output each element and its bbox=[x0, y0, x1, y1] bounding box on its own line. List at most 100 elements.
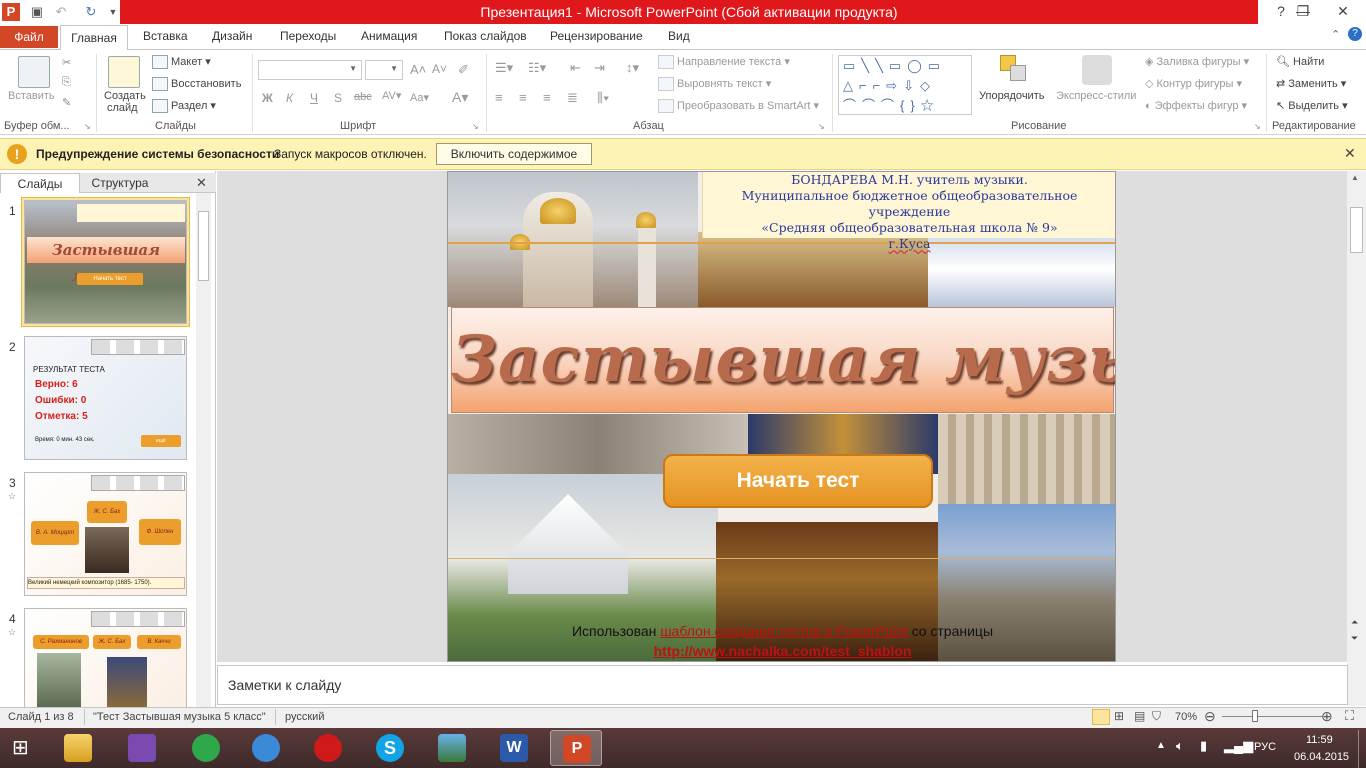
align-right-icon[interactable]: ≡ bbox=[543, 90, 551, 105]
start-test-button[interactable]: Начать тест bbox=[663, 454, 933, 508]
panel-scroll-thumb[interactable] bbox=[198, 211, 209, 281]
language-indicator[interactable]: русский bbox=[285, 711, 324, 723]
tab-animation[interactable]: Анимация bbox=[361, 29, 417, 47]
zoom-slider-thumb[interactable] bbox=[1252, 710, 1258, 722]
align-text-button[interactable]: Выровнять текст ▾ bbox=[658, 77, 771, 92]
network-icon[interactable]: ▂▄▆ bbox=[1224, 738, 1253, 754]
tab-review[interactable]: Рецензирование bbox=[550, 29, 643, 47]
align-left-icon[interactable]: ≡ bbox=[495, 90, 503, 105]
clock-date[interactable]: 06.04.2015 bbox=[1294, 751, 1349, 763]
slide-thumbnail-1[interactable]: Застывшая музыка Начать тест bbox=[24, 200, 187, 324]
select-button[interactable]: ↖ Выделить ▾ bbox=[1276, 99, 1348, 112]
paste-icon[interactable] bbox=[18, 56, 50, 88]
font-size-select[interactable]: ▼ bbox=[365, 60, 403, 80]
collapse-ribbon-icon[interactable]: ⌃ bbox=[1331, 28, 1340, 41]
template-link[interactable]: шаблон создания тестов в PowerPoint bbox=[660, 623, 907, 639]
taskbar-powerpoint[interactable]: P bbox=[550, 730, 602, 766]
zoom-level[interactable]: 70% bbox=[1175, 711, 1197, 723]
close-warning-icon[interactable]: ✕ bbox=[1344, 145, 1356, 162]
quick-styles-icon[interactable] bbox=[1082, 55, 1112, 85]
slide-thumbnail-4[interactable]: С. Рахманинов Ж. С. Бах В. Каччи bbox=[24, 608, 187, 707]
tab-slides[interactable]: Слайды bbox=[0, 173, 80, 193]
fit-to-window-icon[interactable]: ⛶ bbox=[1345, 708, 1354, 724]
reset-button[interactable]: Восстановить bbox=[152, 77, 241, 91]
taskbar-opera[interactable] bbox=[302, 730, 354, 766]
battery-icon[interactable]: ▮ bbox=[1200, 738, 1207, 754]
taskbar-word[interactable]: W bbox=[488, 730, 540, 766]
normal-view-icon[interactable] bbox=[1092, 709, 1110, 725]
tab-view[interactable]: Вид bbox=[668, 29, 690, 47]
font-launcher-icon[interactable]: ↘ bbox=[472, 122, 479, 131]
shape-effects-button[interactable]: ◐ Эффекты фигур ▾ bbox=[1145, 99, 1247, 112]
bold-icon[interactable]: Ж bbox=[262, 91, 273, 105]
replace-button[interactable]: ⇄ Заменить ▾ bbox=[1276, 77, 1346, 90]
slide-thumbnail-3[interactable]: Ж. С. Бах В. А. Моцарт Ф. Шопен Великий … bbox=[24, 472, 187, 596]
tab-file[interactable]: Файл bbox=[0, 26, 58, 48]
close-panel-icon[interactable]: ✕ bbox=[196, 175, 207, 191]
next-slide-icon[interactable]: ⏷ bbox=[1351, 633, 1358, 644]
tab-design[interactable]: Дизайн bbox=[212, 29, 252, 47]
format-painter-icon[interactable]: ✎ bbox=[62, 96, 71, 109]
zoom-out-icon[interactable]: ⊖ bbox=[1204, 708, 1216, 725]
strikethrough-icon[interactable]: abc bbox=[354, 91, 372, 103]
columns-icon[interactable]: ⫼▾ bbox=[597, 90, 609, 106]
previous-slide-icon[interactable]: ⏶ bbox=[1351, 617, 1358, 628]
paste-button[interactable]: Вставить bbox=[8, 90, 55, 102]
slide-title[interactable]: Застывшая музыка bbox=[451, 307, 1115, 413]
new-slide-icon[interactable] bbox=[108, 56, 140, 88]
font-family-select[interactable]: ▼ bbox=[258, 60, 362, 80]
numbering-icon[interactable]: ☷▾ bbox=[528, 60, 546, 76]
italic-icon[interactable]: К bbox=[286, 91, 293, 105]
cut-icon[interactable]: ✂ bbox=[62, 56, 71, 69]
align-center-icon[interactable]: ≡ bbox=[519, 90, 527, 105]
close-button[interactable]: ✕ bbox=[1320, 0, 1366, 22]
underline-icon[interactable]: Ч bbox=[310, 91, 318, 105]
enable-content-button[interactable]: Включить содержимое bbox=[436, 143, 592, 165]
help-circle-icon[interactable]: ? bbox=[1348, 27, 1362, 41]
show-desktop-button[interactable] bbox=[1358, 730, 1366, 768]
zoom-slider[interactable] bbox=[1222, 716, 1322, 717]
taskbar-photos[interactable] bbox=[426, 730, 478, 766]
slide-thumbnail-2[interactable]: РЕЗУЛЬТАТ ТЕСТА Верно: 6 Ошибки: 0 Отмет… bbox=[24, 336, 187, 460]
panel-scrollbar[interactable] bbox=[196, 193, 211, 707]
bullets-icon[interactable]: ☰▾ bbox=[495, 60, 513, 76]
change-case-icon[interactable]: Aa▾ bbox=[410, 91, 429, 104]
tab-outline[interactable]: Структура bbox=[80, 173, 160, 193]
taskbar-explorer[interactable] bbox=[52, 730, 104, 766]
copy-icon[interactable]: ⎘ bbox=[62, 76, 71, 89]
shapes-gallery[interactable]: ▭╲╲▭◯▭ △⌐⌐⇨⇩◇ ⌒⌒⌒{}☆ bbox=[838, 55, 972, 115]
tab-insert[interactable]: Вставка bbox=[143, 29, 188, 47]
tab-slideshow[interactable]: Показ слайдов bbox=[444, 29, 527, 47]
section-button[interactable]: Раздел ▾ bbox=[152, 99, 216, 114]
windows-start-icon[interactable]: ⊞ bbox=[12, 737, 38, 761]
tab-home[interactable]: Главная bbox=[60, 25, 128, 51]
theme-name[interactable]: "Тест Застывшая музыка 5 класс" bbox=[93, 711, 266, 723]
shrink-font-icon[interactable]: A˅ bbox=[432, 62, 447, 76]
scroll-up-icon[interactable]: ▲ bbox=[1351, 173, 1359, 182]
main-scroll-thumb[interactable] bbox=[1350, 207, 1363, 253]
drawing-launcher-icon[interactable]: ↘ bbox=[1254, 122, 1261, 131]
undo-icon[interactable]: ↶ bbox=[52, 3, 70, 21]
clock-time[interactable]: 11:59 bbox=[1306, 734, 1333, 746]
taskbar-chat[interactable] bbox=[180, 730, 232, 766]
paragraph-launcher-icon[interactable]: ↘ bbox=[818, 122, 825, 131]
font-color-icon[interactable]: A▾ bbox=[452, 89, 468, 106]
clipboard-launcher-icon[interactable]: ↘ bbox=[84, 122, 91, 131]
char-spacing-icon[interactable]: AV▾ bbox=[382, 89, 401, 102]
arrange-button[interactable]: Упорядочить bbox=[979, 90, 1044, 102]
smartart-button[interactable]: Преобразовать в SmartArt ▾ bbox=[658, 99, 819, 114]
url-link[interactable]: http://www.nachalka.com/test_shablon bbox=[448, 643, 1115, 659]
find-button[interactable]: 🔍︎ Найти bbox=[1276, 55, 1324, 68]
reading-view-icon[interactable]: ▤ bbox=[1134, 709, 1145, 723]
powerpoint-logo-icon[interactable]: P bbox=[2, 3, 20, 21]
quick-styles-button[interactable]: Экспресс-стили bbox=[1056, 90, 1136, 102]
zoom-in-icon[interactable]: ⊕ bbox=[1321, 708, 1333, 725]
slide-sorter-icon[interactable]: ⊞ bbox=[1114, 709, 1124, 723]
volume-icon[interactable]: 🔈︎ bbox=[1176, 738, 1184, 754]
slideshow-icon[interactable]: ⛉ bbox=[1152, 709, 1161, 724]
taskbar-audio[interactable] bbox=[240, 730, 292, 766]
main-scrollbar[interactable]: ▲ ⏶ ⏷ bbox=[1347, 171, 1366, 706]
input-language[interactable]: РУС bbox=[1254, 741, 1276, 753]
justify-icon[interactable]: ≣ bbox=[567, 90, 578, 106]
restore-button[interactable]: ❐ bbox=[1286, 0, 1320, 22]
